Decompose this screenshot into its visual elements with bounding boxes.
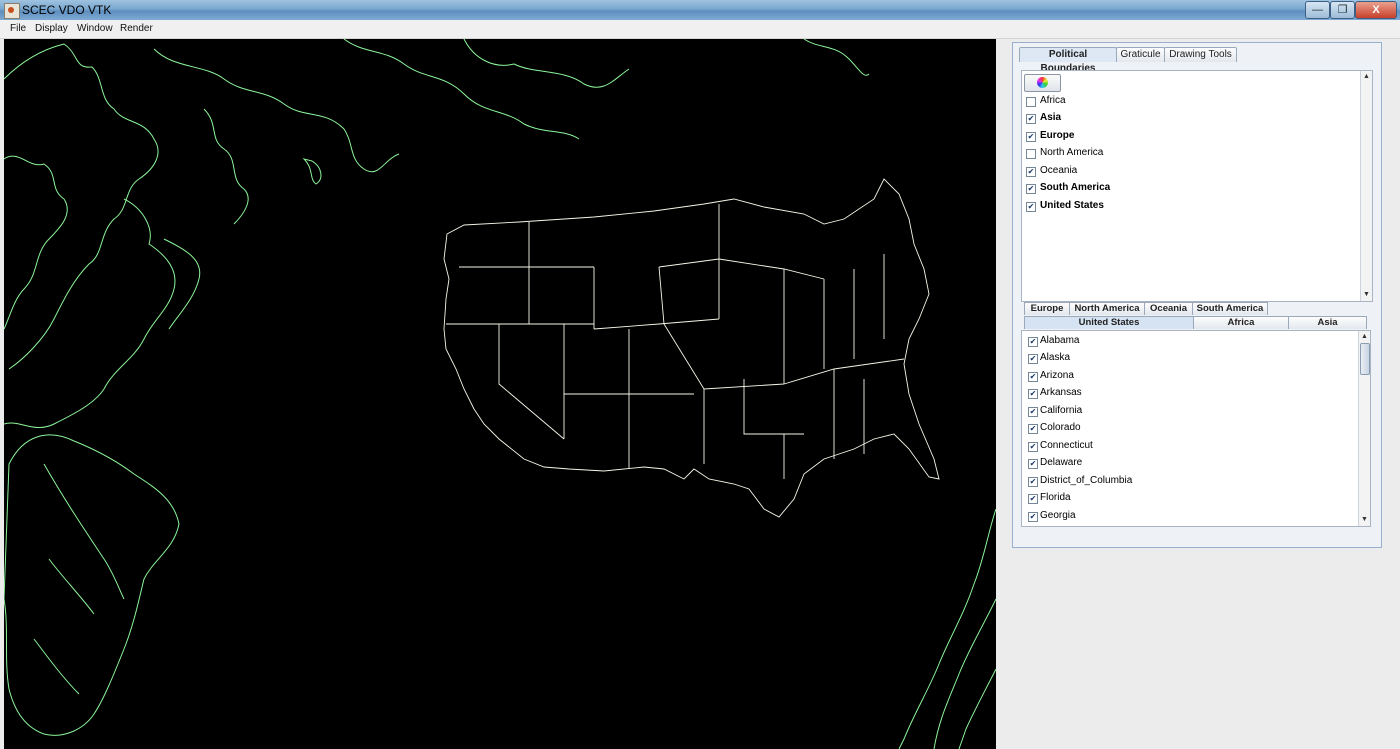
oceania-internal-border xyxy=(48,558,95,615)
state-label: Florida xyxy=(1040,492,1071,503)
oceania-internal-border xyxy=(33,638,80,695)
window-title-bar[interactable]: SCEC VDO VTK — ❐ X xyxy=(0,0,1400,20)
region-list-scrollbar[interactable]: ▲ ▼ xyxy=(1360,71,1372,301)
checkbox[interactable]: ✔ xyxy=(1028,354,1038,364)
europe-coastline xyxy=(933,598,996,749)
europe-coastline xyxy=(898,508,996,749)
checkbox[interactable]: ✔ xyxy=(1028,424,1038,434)
subtab-africa[interactable]: Africa xyxy=(1193,316,1289,329)
asia-coastline xyxy=(463,39,630,88)
state-borders xyxy=(446,204,905,479)
checkbox[interactable]: ✔ xyxy=(1028,477,1038,487)
subtab-europe[interactable]: Europe xyxy=(1024,302,1070,315)
state-label: Alaska xyxy=(1040,352,1071,363)
us-outline xyxy=(443,178,940,518)
menu-bar: File Display Window Render xyxy=(0,20,1400,39)
close-button[interactable]: X xyxy=(1355,1,1397,19)
scroll-up-icon[interactable]: ▲ xyxy=(1361,72,1372,81)
scroll-down-icon[interactable]: ▼ xyxy=(1361,290,1372,299)
minimize-button[interactable]: — xyxy=(1305,1,1330,19)
asia-coastline xyxy=(343,39,580,140)
map-viewport[interactable] xyxy=(4,39,996,749)
checkbox[interactable]: ✔ xyxy=(1028,442,1038,452)
subtab-united-states[interactable]: United States xyxy=(1024,316,1194,329)
state-label: Connecticut xyxy=(1040,440,1093,451)
state-list-scrollbar[interactable]: ▲ ▼ xyxy=(1358,331,1370,526)
layers-panel: Political Boundaries Graticule Drawing T… xyxy=(1012,42,1382,548)
state-list: ✔ Alabama ✔ Alaska ✔ Arizona ✔ Arkansas … xyxy=(1021,330,1371,527)
scroll-thumb[interactable] xyxy=(1360,343,1370,375)
europe-coastline xyxy=(958,668,996,749)
checkbox[interactable]: ✔ xyxy=(1026,202,1036,212)
state-label: Arizona xyxy=(1040,370,1074,381)
region-label: Europe xyxy=(1040,130,1075,141)
state-label: Georgia xyxy=(1040,510,1076,521)
menu-display[interactable]: Display xyxy=(35,23,68,34)
asia-coastline xyxy=(302,158,322,185)
asia-coastline xyxy=(4,155,68,330)
tab-political-boundaries[interactable]: Political Boundaries xyxy=(1019,47,1117,74)
checkbox[interactable]: ✔ xyxy=(1026,114,1036,124)
menu-window[interactable]: Window xyxy=(77,23,113,34)
checkbox[interactable] xyxy=(1026,149,1036,159)
region-label: Africa xyxy=(1040,95,1066,106)
region-label: South America xyxy=(1040,182,1111,193)
region-label: Oceania xyxy=(1040,165,1078,176)
map-render-canvas xyxy=(4,39,996,749)
state-label: Arkansas xyxy=(1040,387,1082,398)
asia-coastline xyxy=(803,39,870,76)
tab-drawing-tools[interactable]: Drawing Tools xyxy=(1164,47,1237,62)
menu-render[interactable]: Render xyxy=(120,23,153,34)
checkbox[interactable]: ✔ xyxy=(1028,337,1038,347)
region-label: United States xyxy=(1040,200,1104,211)
scroll-up-icon[interactable]: ▲ xyxy=(1359,332,1370,341)
state-label: California xyxy=(1040,405,1083,416)
region-label: North America xyxy=(1040,147,1104,158)
window-title: SCEC VDO VTK xyxy=(22,3,112,17)
color-picker-button[interactable] xyxy=(1024,74,1061,92)
checkbox[interactable] xyxy=(1026,97,1036,107)
checkbox[interactable]: ✔ xyxy=(1028,389,1038,399)
color-wheel-icon xyxy=(1037,77,1048,88)
state-label: Alabama xyxy=(1040,335,1080,346)
checkbox[interactable]: ✔ xyxy=(1026,167,1036,177)
oceania-internal-border xyxy=(43,463,125,600)
subtab-south-america[interactable]: South America xyxy=(1192,302,1268,315)
state-label: Delaware xyxy=(1040,457,1083,468)
checkbox[interactable]: ✔ xyxy=(1028,512,1038,522)
checkbox[interactable]: ✔ xyxy=(1028,407,1038,417)
subtab-asia[interactable]: Asia xyxy=(1288,316,1367,329)
maximize-button[interactable]: ❐ xyxy=(1330,1,1355,19)
checkbox[interactable]: ✔ xyxy=(1026,132,1036,142)
asia-coastline xyxy=(4,198,176,429)
region-list: Africa ✔ Asia ✔ Europe North America ✔ O… xyxy=(1021,70,1373,302)
checkbox[interactable]: ✔ xyxy=(1028,459,1038,469)
checkbox[interactable]: ✔ xyxy=(1028,494,1038,504)
asia-coastline xyxy=(163,238,201,330)
menu-file[interactable]: File xyxy=(10,23,26,34)
tab-graticule[interactable]: Graticule xyxy=(1116,47,1165,62)
region-label: Asia xyxy=(1040,112,1062,123)
subtab-oceania[interactable]: Oceania xyxy=(1144,302,1193,315)
oceania-coastline xyxy=(4,434,180,736)
checkbox[interactable]: ✔ xyxy=(1028,372,1038,382)
state-label: Colorado xyxy=(1040,422,1081,433)
subtab-north-america[interactable]: North America xyxy=(1069,302,1145,315)
state-label: District_of_Columbia xyxy=(1040,475,1133,486)
scroll-down-icon[interactable]: ▼ xyxy=(1359,515,1370,524)
java-app-icon xyxy=(4,3,20,19)
checkbox[interactable]: ✔ xyxy=(1026,184,1036,194)
asia-coastline xyxy=(153,48,400,173)
asia-coastline xyxy=(203,108,249,225)
